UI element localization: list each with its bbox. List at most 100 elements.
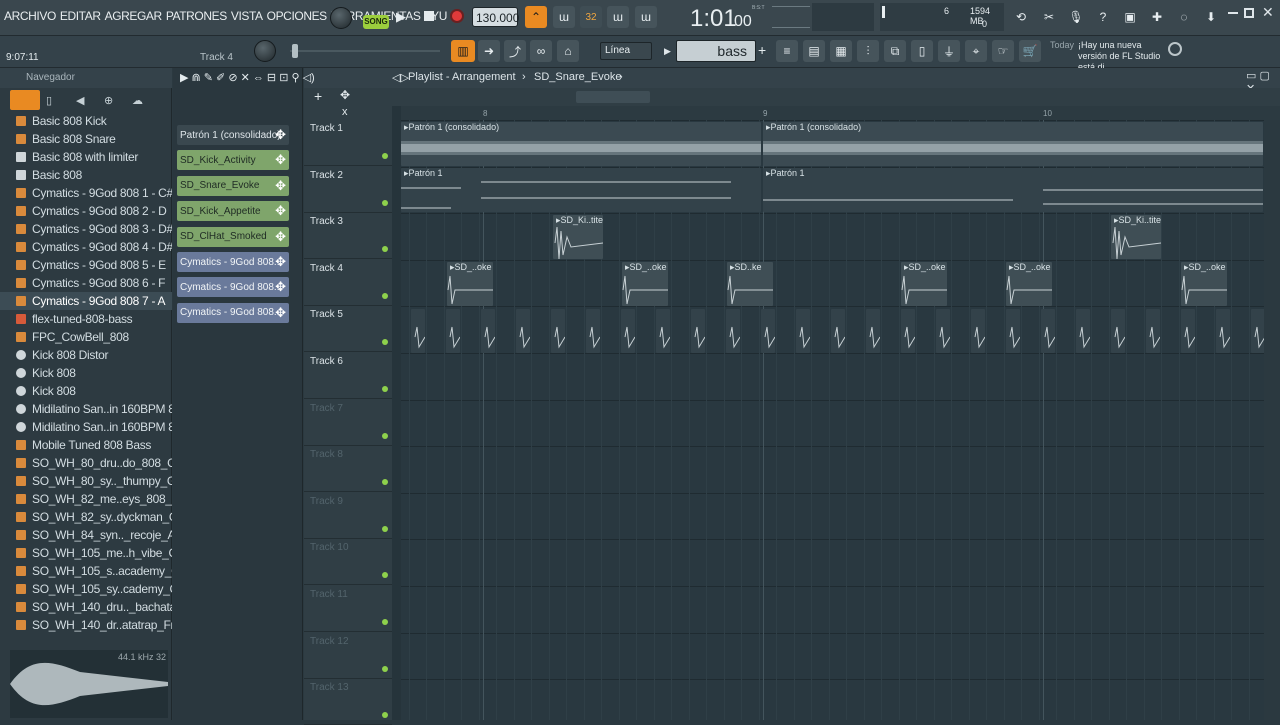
browser-item[interactable]: Basic 808	[0, 166, 172, 184]
browser-item[interactable]: flex-tuned-808-bass	[0, 310, 172, 328]
loop-record-icon[interactable]: ɯ	[635, 6, 657, 28]
time-display[interactable]: 1:01 00 B:S:T	[664, 3, 768, 32]
browser-item[interactable]: Mobile Tuned 808 Bass	[0, 436, 172, 454]
hat-icon[interactable]: ⌂	[557, 40, 579, 62]
piano-roll-icon[interactable]: ▥	[451, 40, 475, 62]
play-icon[interactable]: ▶	[396, 9, 406, 25]
browser-globe-icon[interactable]: ⊕	[104, 94, 113, 107]
browser-item[interactable]: Midilatino San..in 160BPM 808	[0, 400, 172, 418]
pattern-item[interactable]: SD_Kick_Appetite ✥	[177, 201, 289, 222]
plugin-picker-icon[interactable]: ⧉	[884, 40, 906, 62]
browser-item[interactable]: Kick 808	[0, 382, 172, 400]
track-header[interactable]: Track 3	[304, 213, 392, 260]
master-volume-knob[interactable]	[330, 7, 352, 29]
snap-select[interactable]: Línea	[600, 42, 652, 60]
plugin-icon[interactable]: ✚	[1146, 6, 1168, 28]
store-icon[interactable]: 🛒	[1019, 40, 1041, 62]
browser-files-icon[interactable]: ▯	[46, 94, 52, 107]
step-edit-icon[interactable]: ɯ	[607, 6, 629, 28]
song-mode-toggle[interactable]: SONG	[363, 15, 389, 29]
track-mute-led[interactable]	[382, 712, 388, 719]
hat-clip[interactable]	[1041, 309, 1055, 353]
browser-item[interactable]: SO_WH_140_dru.._bachatatrap	[0, 598, 172, 616]
pattern-move-icon[interactable]: ✥	[275, 254, 286, 270]
hat-clip[interactable]	[656, 309, 670, 353]
sample-clip[interactable]: ▸SD_..oke	[901, 262, 947, 306]
track-header[interactable]: Track 12	[304, 633, 392, 679]
pattern-item[interactable]: Patrón 1 (consolidado) ✥	[177, 125, 289, 145]
pattern-item[interactable]: SD_Kick_Activity ✥	[177, 150, 289, 171]
plug-icon[interactable]: ⏚	[938, 40, 960, 62]
browser-item[interactable]: Basic 808 with limiter	[0, 148, 172, 166]
arrangement-grid[interactable]: ▸Patrón 1 (consolidado) ▸Patrón 1 (consol…	[401, 120, 1264, 720]
hat-clip[interactable]	[1216, 309, 1230, 353]
playlist-scrollbar-row[interactable]: + ✥	[304, 88, 1280, 106]
browser-item[interactable]: SO_WH_105_sy..cademy_Cmin	[0, 580, 172, 598]
countdown-icon[interactable]: 32	[580, 6, 602, 28]
main-slider-track[interactable]	[290, 50, 440, 52]
sample-clip[interactable]: ▸SD_Ki..tite	[1111, 215, 1161, 259]
track-header[interactable]: Track 1	[304, 120, 392, 166]
news-globe-icon[interactable]	[1168, 42, 1182, 56]
menu-archivo[interactable]: ARCHIVO	[4, 9, 56, 23]
browser-item[interactable]: SO_WH_84_syn.._recoje_Amin	[0, 526, 172, 544]
browser-item[interactable]: SO_WH_105_s..academy_Cmin	[0, 562, 172, 580]
playlist-icon[interactable]: ≡	[776, 40, 798, 62]
pattern-item[interactable]: SD_Snare_Evoke ✥	[177, 175, 289, 196]
main-slider-handle[interactable]	[292, 44, 298, 58]
search-input[interactable]: bass	[676, 40, 756, 62]
track-mute-led[interactable]	[382, 619, 388, 625]
track-header[interactable]: Track 2	[304, 167, 392, 213]
audio-clip[interactable]: ▸Patrón 1 (consolidado)	[763, 122, 1263, 166]
hat-clip[interactable]	[1111, 309, 1125, 353]
track-mute-led[interactable]	[382, 339, 388, 346]
sample-clip[interactable]: ▸SD_..oke	[1006, 262, 1052, 306]
hat-clip[interactable]	[1251, 309, 1264, 353]
browser-item[interactable]: Midilatino San..in 160BPM 808	[0, 418, 172, 436]
download-icon[interactable]: ⬇	[1200, 6, 1222, 28]
browser-item[interactable]: Cymatics - 9God 808 3 - D#	[0, 220, 172, 238]
help-icon[interactable]: ?	[1092, 6, 1114, 28]
sample-clip[interactable]: ▸SD_Ki..tite	[553, 215, 603, 259]
pattern-move-icon[interactable]: ✥	[275, 279, 286, 295]
sample-clip[interactable]: ▸SD_..oke	[622, 262, 668, 306]
save-icon[interactable]: ▣	[1119, 6, 1141, 28]
pattern-item[interactable]: Cymatics - 9God 808.. ✥	[177, 302, 289, 323]
horizontal-scroll-thumb[interactable]	[576, 91, 650, 103]
playlist-pattern[interactable]: SD_Snare_Evoke	[534, 71, 621, 83]
arrow-tool-icon[interactable]: ➜	[478, 40, 500, 62]
hat-clip[interactable]	[971, 309, 985, 353]
track-header[interactable]: Track 5	[304, 306, 392, 353]
close-x-icon[interactable]: x	[342, 106, 348, 118]
browser-item[interactable]: SO_WH_82_sy..dyckman_Gmin	[0, 508, 172, 526]
stop-icon[interactable]	[424, 11, 434, 21]
pattern-item[interactable]: Cymatics - 9God 808.. ✥	[177, 252, 289, 272]
track-mute-led[interactable]	[382, 525, 388, 532]
restore-icon[interactable]	[1244, 8, 1254, 18]
track-mute-led[interactable]	[382, 572, 388, 579]
pattern-item[interactable]: SD_ClHat_Smoked ✥	[177, 226, 289, 247]
browser-item[interactable]: Cymatics - 9God 808 7 - A	[0, 292, 172, 310]
browser-item[interactable]: Cymatics - 9God 808 1 - C#	[0, 184, 172, 202]
hat-clip[interactable]	[621, 309, 635, 353]
browser-item[interactable]: Kick 808	[0, 364, 172, 382]
mixer-icon[interactable]: ⫶	[857, 40, 879, 62]
hat-clip[interactable]	[726, 309, 740, 353]
track-mute-led[interactable]	[382, 479, 388, 486]
browser-item[interactable]: Cymatics - 9God 808 2 - D	[0, 202, 172, 220]
browser-item[interactable]: Cymatics - 9God 808 5 - E	[0, 256, 172, 274]
channel-rack-icon[interactable]: ▦	[830, 40, 852, 62]
browser-item[interactable]: SO_WH_140_dr..atatrap_Fmin	[0, 616, 172, 634]
track-header[interactable]: Track 10	[304, 539, 392, 586]
pattern-move-icon[interactable]: ✥	[275, 178, 286, 194]
hat-clip[interactable]	[1006, 309, 1020, 353]
menu-patrones[interactable]: PATRONES	[166, 9, 227, 23]
track-header[interactable]: Track 7	[304, 400, 392, 446]
pattern-move-icon[interactable]: ✥	[275, 152, 286, 168]
hat-clip[interactable]	[1146, 309, 1160, 353]
step-seq-icon[interactable]: ▤	[803, 40, 825, 62]
sample-clip[interactable]: ▸SD_..oke	[1181, 262, 1227, 306]
hat-clip[interactable]	[761, 309, 775, 353]
undo-icon[interactable]: ⟲	[1010, 6, 1032, 28]
tempo-tapper-icon[interactable]: ⌖	[965, 40, 987, 62]
